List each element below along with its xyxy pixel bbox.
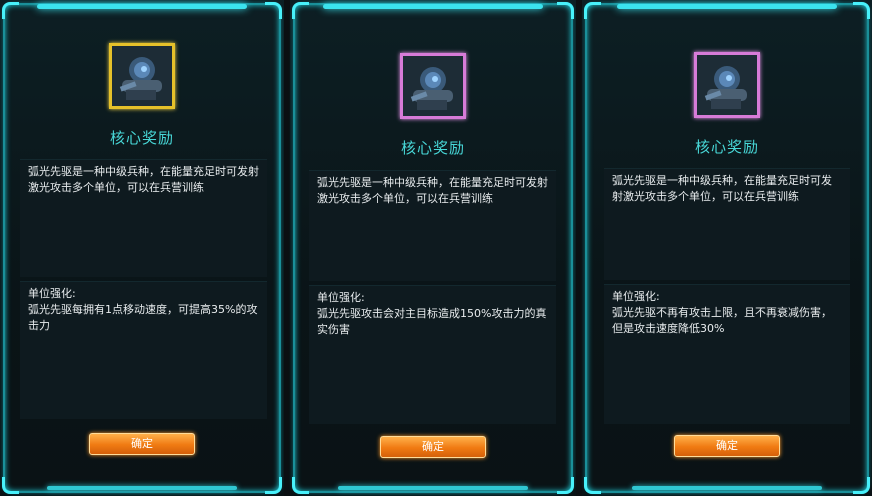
- frame-corner: [557, 2, 574, 19]
- confirm-button[interactable]: 确定: [674, 435, 780, 457]
- enhancement-heading: 单位强化:: [612, 290, 660, 303]
- panel-title: 核心奖励: [400, 139, 465, 157]
- frame-corner: [584, 477, 601, 494]
- unit-portrait-icon: [400, 53, 466, 119]
- frame-corner: [292, 477, 309, 494]
- unit-portrait-icon: [694, 52, 760, 118]
- panel-bottom-glow: [338, 486, 528, 490]
- unit-description: 弧光先驱是一种中级兵种，在能量充足时可发射激光攻击多个单位，可以在兵营训练: [20, 159, 267, 277]
- frame-corner: [557, 477, 574, 494]
- enhancement-text: 弧光先驱攻击会对主目标造成150%攻击力的真实伤害: [317, 307, 547, 336]
- unit-portrait-icon: [109, 43, 175, 109]
- enhancement-heading: 单位强化:: [317, 291, 365, 304]
- unit-enhancement: 单位强化: 弧光先驱攻击会对主目标造成150%攻击力的真实伤害: [309, 285, 556, 424]
- frame-corner: [292, 2, 309, 19]
- reward-panel-1: 核心奖励 弧光先驱是一种中级兵种，在能量充足时可发射激光攻击多个单位，可以在兵营…: [0, 0, 284, 496]
- reward-panel-2: 核心奖励 弧光先驱是一种中级兵种，在能量充足时可发射激光攻击多个单位，可以在兵营…: [290, 0, 576, 496]
- reward-panel-3: 核心奖励 弧光先驱是一种中级兵种，在能量充足时可发射激光攻击多个单位，可以在兵营…: [582, 0, 872, 496]
- frame-corner: [853, 477, 870, 494]
- frame-corner: [853, 2, 870, 19]
- panel-top-glow: [617, 4, 837, 9]
- enhancement-text: 弧光先驱不再有攻击上限，且不再衰减伤害，但是攻击速度降低30%: [612, 306, 832, 335]
- frame-corner: [584, 2, 601, 19]
- confirm-button[interactable]: 确定: [89, 433, 195, 455]
- panel-top-glow: [323, 4, 543, 9]
- frame-corner: [265, 477, 282, 494]
- enhancement-heading: 单位强化:: [28, 287, 76, 300]
- panel-title: 核心奖励: [694, 138, 759, 156]
- unit-description: 弧光先驱是一种中级兵种，在能量充足时可发射激光攻击多个单位，可以在兵营训练: [309, 170, 556, 281]
- unit-enhancement: 单位强化: 弧光先驱每拥有1点移动速度，可提高35%的攻击力: [20, 281, 267, 419]
- panel-bottom-glow: [47, 486, 237, 490]
- unit-description: 弧光先驱是一种中级兵种，在能量充足时可发射激光攻击多个单位，可以在兵营训练: [604, 168, 850, 280]
- frame-corner: [2, 2, 19, 19]
- frame-corner: [265, 2, 282, 19]
- panel-title: 核心奖励: [109, 129, 174, 147]
- panel-top-glow: [37, 4, 247, 9]
- panel-bottom-glow: [632, 486, 822, 490]
- confirm-button[interactable]: 确定: [380, 436, 486, 458]
- enhancement-text: 弧光先驱每拥有1点移动速度，可提高35%的攻击力: [28, 303, 258, 332]
- unit-enhancement: 单位强化: 弧光先驱不再有攻击上限，且不再衰减伤害，但是攻击速度降低30%: [604, 284, 850, 424]
- frame-corner: [2, 477, 19, 494]
